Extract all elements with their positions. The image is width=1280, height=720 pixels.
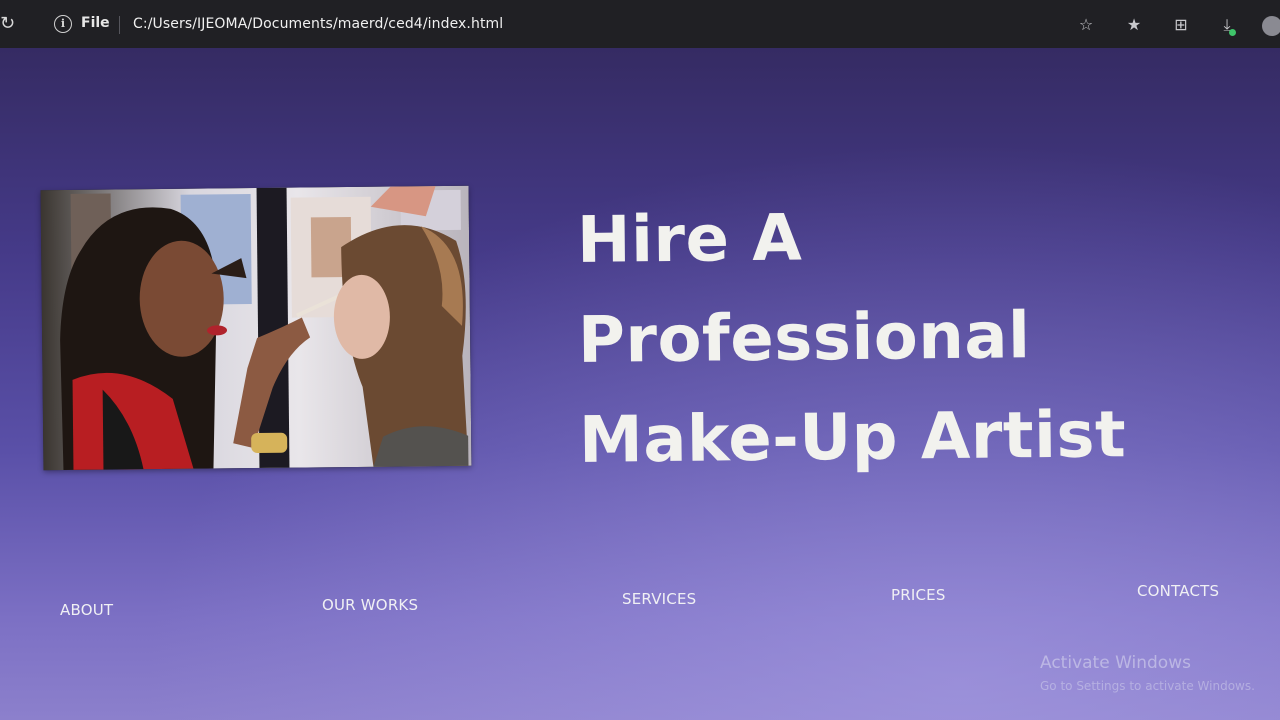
hero-heading-line-3: Make-Up Artist <box>578 398 1127 478</box>
nav-link-prices[interactable]: PRICES <box>891 586 946 604</box>
nav-link-about[interactable]: ABOUT <box>60 601 113 619</box>
address-divider <box>119 16 120 34</box>
reload-icon[interactable]: ↻ <box>0 14 20 34</box>
hero-heading-line-1: Hire A <box>576 201 803 278</box>
favorites-icon[interactable]: ★ <box>1124 16 1144 34</box>
profile-avatar[interactable] <box>1262 16 1280 36</box>
hero-heading: Hire A Professional Make-Up Artist <box>576 185 1127 491</box>
activate-windows-subtitle: Go to Settings to activate Windows. <box>1040 679 1255 693</box>
add-favorite-icon[interactable]: ☆ <box>1076 16 1096 34</box>
file-label[interactable]: File <box>81 15 110 31</box>
makeup-artist-photo <box>40 185 472 471</box>
address-bar-url[interactable]: C:/Users/IJEOMA/Documents/maerd/ced4/ind… <box>133 16 503 32</box>
nav-link-services[interactable]: SERVICES <box>622 590 696 608</box>
activate-windows-title: Activate Windows <box>1040 653 1191 673</box>
download-status-dot <box>1229 29 1236 36</box>
nav-link-contacts[interactable]: CONTACTS <box>1137 582 1219 600</box>
browser-toolbar: ↻ i File C:/Users/IJEOMA/Documents/maerd… <box>0 0 1280 48</box>
nav-link-our-works[interactable]: OUR WORKS <box>322 596 418 614</box>
site-info-icon[interactable]: i <box>54 15 72 33</box>
hero-photo <box>40 185 472 471</box>
main-navigation: ABOUT OUR WORKS SERVICES PRICES CONTACTS <box>0 578 1280 619</box>
hero-heading-line-2: Professional <box>577 299 1031 378</box>
collections-icon[interactable]: ⊞ <box>1171 16 1191 34</box>
page-body: Hire A Professional Make-Up Artist ABOUT… <box>0 48 1280 720</box>
